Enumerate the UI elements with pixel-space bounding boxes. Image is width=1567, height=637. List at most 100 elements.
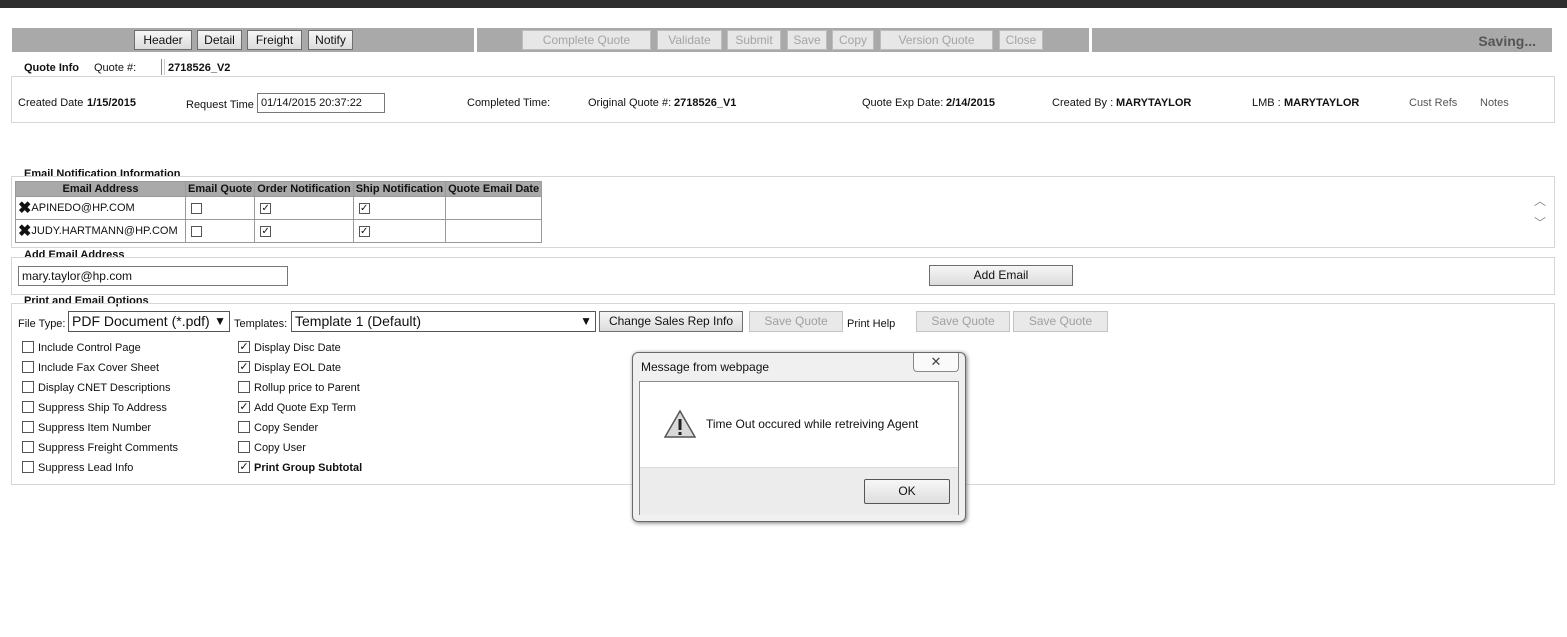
- original-quote-value: 2718526_V1: [674, 97, 737, 109]
- saving-status: Saving...: [1478, 33, 1536, 49]
- quote-num-label: Quote #:: [94, 62, 137, 74]
- column-header-order-notification: Order Notification: [254, 181, 354, 197]
- email-table: Email Address Email Quote Order Notifica…: [15, 181, 543, 243]
- option-label: Suppress Freight Comments: [38, 442, 178, 454]
- file-type-value: PDF Document (*.pdf): [72, 313, 210, 329]
- version-quote-button[interactable]: Version Quote: [880, 30, 993, 50]
- submit-button[interactable]: Submit: [727, 30, 781, 50]
- close-icon[interactable]: ✕: [913, 353, 959, 372]
- browser-top-strip: [0, 0, 1567, 8]
- request-time-field[interactable]: 01/14/2015 20:37:22: [257, 93, 385, 113]
- option-label: Display Disc Date: [254, 342, 341, 354]
- template-value: Template 1 (Default): [295, 313, 422, 329]
- add-email-input[interactable]: mary.taylor@hp.com: [18, 266, 288, 286]
- quote-email-date-cell: [445, 219, 543, 243]
- table-row: ✖APINEDO@HP.COM ✓ ✓: [15, 196, 543, 220]
- option-label: Copy User: [254, 442, 306, 454]
- lmb-label: LMB :: [1252, 97, 1281, 109]
- scroll-up-icon[interactable]: ︿: [1534, 192, 1546, 209]
- option-label: Rollup price to Parent: [254, 382, 360, 394]
- order-notification-checkbox[interactable]: ✓: [260, 225, 272, 237]
- template-select[interactable]: Template 1 (Default) ▼: [291, 311, 596, 332]
- order-notification-checkbox[interactable]: ✓: [260, 202, 272, 214]
- option-checkbox[interactable]: ✓: [238, 401, 250, 413]
- original-quote-label: Original Quote #:: [588, 97, 672, 109]
- option-checkbox[interactable]: [22, 441, 34, 453]
- option-checkbox[interactable]: [22, 421, 34, 433]
- quote-num-value: 2718526_V2: [168, 62, 231, 74]
- print-help-link[interactable]: Print Help: [847, 318, 895, 330]
- option-checkbox[interactable]: [22, 361, 34, 373]
- notes-link[interactable]: Notes: [1480, 97, 1509, 109]
- change-sales-rep-button[interactable]: Change Sales Rep Info: [599, 311, 743, 332]
- dialog-body: Time Out occured while retreiving Agent …: [639, 381, 959, 515]
- validate-button[interactable]: Validate: [657, 30, 722, 50]
- option-checkbox[interactable]: [238, 441, 250, 453]
- save-quote-button-3[interactable]: Save Quote: [1013, 311, 1108, 332]
- ship-notification-cell: ✓: [352, 219, 447, 243]
- file-type-label: File Type:: [18, 318, 66, 330]
- completed-time-label: Completed Time:: [467, 97, 551, 109]
- option-label: Copy Sender: [254, 422, 319, 434]
- complete-quote-button[interactable]: Complete Quote: [522, 30, 651, 50]
- cust-refs-link[interactable]: Cust Refs: [1409, 97, 1457, 109]
- option-label: Suppress Ship To Address: [38, 402, 167, 414]
- divider: [161, 59, 165, 75]
- column-header-email-quote: Email Quote: [184, 181, 256, 197]
- ship-notification-checkbox[interactable]: ✓: [358, 225, 370, 237]
- option-checkbox[interactable]: ✓: [238, 341, 250, 353]
- save-button[interactable]: Save: [787, 30, 827, 50]
- delete-x-icon[interactable]: ✖: [18, 200, 31, 217]
- save-quote-button-2[interactable]: Save Quote: [916, 311, 1010, 332]
- add-email-button[interactable]: Add Email: [929, 265, 1073, 286]
- dialog-title: Message from webpage: [641, 360, 770, 374]
- column-header-quote-email-date: Quote Email Date: [445, 181, 543, 197]
- option-checkbox[interactable]: [22, 381, 34, 393]
- notify-button[interactable]: Notify: [308, 30, 353, 50]
- option-label: Print Group Subtotal: [254, 462, 363, 474]
- option-label: Display CNET Descriptions: [38, 382, 171, 394]
- option-checkbox[interactable]: [238, 421, 250, 433]
- save-quote-button[interactable]: Save Quote: [749, 311, 843, 332]
- close-button[interactable]: Close: [999, 30, 1043, 50]
- message-dialog: Message from webpage ✕ Time Out occured …: [632, 352, 966, 522]
- freight-button[interactable]: Freight: [247, 30, 302, 50]
- ship-notification-checkbox[interactable]: ✓: [358, 202, 370, 214]
- option-label: Include Control Page: [38, 342, 141, 354]
- column-header-ship-notification: Ship Notification: [352, 181, 447, 197]
- chevron-down-icon: ▼: [214, 314, 226, 328]
- email-quote-checkbox[interactable]: [191, 202, 202, 214]
- ok-button[interactable]: OK: [864, 479, 950, 504]
- option-label: Include Fax Cover Sheet: [38, 362, 160, 374]
- detail-button[interactable]: Detail: [197, 30, 242, 50]
- ship-notification-cell: ✓: [352, 196, 447, 220]
- header-button[interactable]: Header: [134, 30, 192, 50]
- copy-button[interactable]: Copy: [832, 30, 874, 50]
- quote-info-tab[interactable]: Quote Info: [24, 62, 79, 74]
- warning-icon: [664, 409, 696, 438]
- option-checkbox[interactable]: [238, 381, 250, 393]
- email-quote-cell: [184, 196, 256, 220]
- created-date-value: 1/15/2015: [87, 97, 136, 109]
- option-checkbox[interactable]: ✓: [238, 461, 250, 473]
- email-address: JUDY.HARTMANN@HP.COM: [31, 225, 178, 237]
- delete-x-icon[interactable]: ✖: [18, 223, 31, 240]
- email-cell: ✖JUDY.HARTMANN@HP.COM: [15, 219, 186, 243]
- table-header-row: Email Address Email Quote Order Notifica…: [15, 181, 543, 197]
- created-date-label: Created Date: [18, 97, 84, 109]
- exp-date-label: Quote Exp Date:: [862, 97, 944, 109]
- option-checkbox[interactable]: [22, 461, 34, 473]
- created-by-value: MARYTAYLOR: [1116, 97, 1192, 109]
- created-by-label: Created By :: [1052, 97, 1114, 109]
- email-quote-cell: [184, 219, 256, 243]
- option-checkbox[interactable]: [22, 401, 34, 413]
- email-quote-checkbox[interactable]: [191, 225, 202, 237]
- option-checkbox[interactable]: ✓: [238, 361, 250, 373]
- file-type-select[interactable]: PDF Document (*.pdf) ▼: [68, 311, 230, 332]
- order-notification-cell: ✓: [254, 219, 354, 243]
- exp-date-value: 2/14/2015: [946, 97, 995, 109]
- option-label: Suppress Lead Info: [38, 462, 134, 474]
- scroll-down-icon[interactable]: ﹀: [1534, 214, 1546, 231]
- templates-label: Templates:: [234, 318, 288, 330]
- option-checkbox[interactable]: [22, 341, 34, 353]
